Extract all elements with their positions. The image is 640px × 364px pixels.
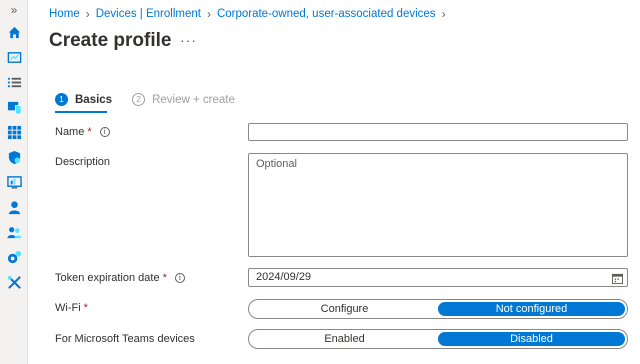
chevron-right-icon: › (441, 7, 446, 21)
wifi-configure-option[interactable]: Configure (251, 302, 438, 316)
teams-enabled-option[interactable]: Enabled (251, 332, 438, 346)
step-number: 1 (55, 93, 68, 106)
chevron-right-icon: › (85, 7, 90, 21)
wizard-steps: 1 Basics 2 Review + create (55, 93, 255, 113)
name-input[interactable] (248, 123, 628, 141)
step-label: Review + create (152, 93, 235, 106)
more-actions-button[interactable]: ··· (180, 32, 197, 48)
calendar-icon[interactable] (612, 273, 623, 284)
description-placeholder: Optional (256, 158, 297, 170)
teams-devices-toggle: Enabled Disabled (248, 329, 628, 349)
expand-menu-icon[interactable]: » (0, 2, 28, 18)
token-expiration-value: 2024/09/29 (256, 271, 312, 283)
page-title: Create profile (49, 30, 172, 51)
groups-icon[interactable] (7, 225, 22, 240)
breadcrumb-devices-enrollment[interactable]: Devices | Enrollment (96, 8, 201, 20)
step-review-create[interactable]: 2 Review + create (132, 93, 235, 106)
breadcrumb-corporate-owned[interactable]: Corporate-owned, user-associated devices (217, 8, 436, 20)
home-icon[interactable] (7, 25, 22, 40)
wifi-not-configured-option[interactable]: Not configured (438, 302, 625, 316)
breadcrumb-home[interactable]: Home (49, 8, 80, 20)
description-input[interactable]: Optional (248, 153, 628, 257)
apps-icon[interactable] (7, 125, 22, 140)
dashboard-icon[interactable] (7, 50, 22, 65)
required-indicator: * (83, 302, 88, 314)
wifi-toggle: Configure Not configured (248, 299, 628, 319)
teams-disabled-option[interactable]: Disabled (438, 332, 625, 346)
token-expiration-date-picker[interactable]: 2024/09/29 (248, 268, 628, 287)
active-step-indicator (55, 111, 107, 113)
step-basics[interactable]: 1 Basics (55, 93, 113, 113)
tenant-admin-icon[interactable] (7, 250, 22, 265)
reports-icon[interactable] (7, 175, 22, 190)
all-services-icon[interactable] (7, 75, 22, 90)
devices-icon[interactable] (7, 100, 22, 115)
description-label-row: Description (55, 156, 110, 168)
chevron-right-icon: › (206, 7, 211, 21)
breadcrumb: Home › Devices | Enrollment › Corporate-… (49, 7, 452, 21)
teams-devices-label: For Microsoft Teams devices (55, 333, 195, 345)
endpoint-security-icon[interactable] (7, 150, 22, 165)
troubleshooting-icon[interactable] (7, 275, 22, 290)
name-label-row: Name * i (55, 126, 110, 138)
teams-label-row: For Microsoft Teams devices (55, 333, 195, 345)
step-number: 2 (132, 93, 146, 106)
token-label-row: Token expiration date * i (55, 272, 185, 284)
step-label: Basics (75, 93, 113, 106)
wifi-label-row: Wi-Fi * (55, 302, 88, 314)
left-nav-rail: » (0, 0, 28, 364)
required-indicator: * (87, 126, 92, 138)
description-label: Description (55, 156, 111, 168)
token-expiration-label: Token expiration date (55, 272, 160, 284)
required-indicator: * (162, 272, 167, 284)
wifi-label: Wi-Fi (55, 302, 81, 314)
users-icon[interactable] (7, 200, 22, 215)
info-icon[interactable]: i (174, 273, 185, 283)
name-label: Name (55, 126, 85, 138)
info-icon[interactable]: i (99, 127, 110, 137)
